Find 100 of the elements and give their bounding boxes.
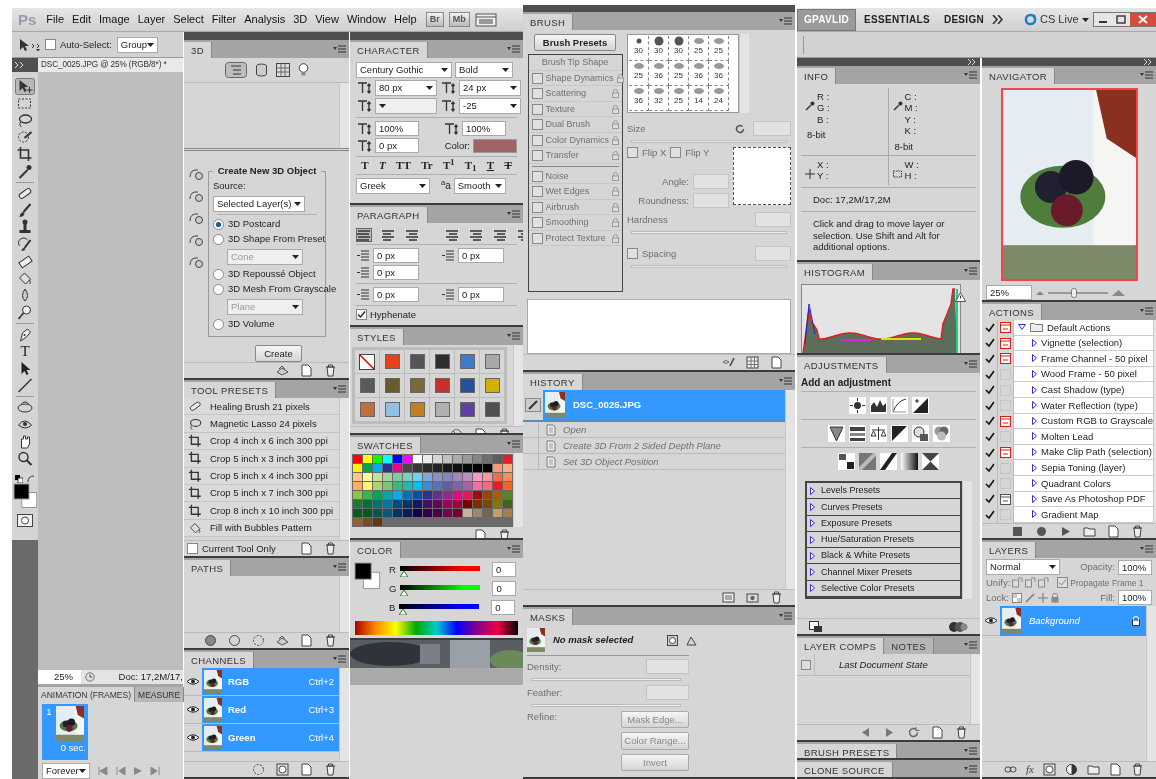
dropdown[interactable]: 24 px — [459, 80, 521, 96]
brush-tip[interactable]: 14 — [689, 86, 709, 111]
brush-tip[interactable]: 36 — [709, 61, 729, 86]
input-field[interactable]: 100% — [375, 121, 419, 136]
option-label[interactable]: Noise — [545, 170, 609, 182]
brush-tip[interactable]: 25 — [629, 61, 649, 86]
panel-tab[interactable]: CHARACTER — [350, 41, 428, 58]
menu-item[interactable]: Filter — [207, 12, 241, 27]
menu-item[interactable]: Select — [169, 12, 208, 27]
input-field[interactable]: 0 px — [373, 248, 419, 263]
panel-tab[interactable]: 3D — [184, 41, 212, 58]
brush-tip[interactable]: 25 — [709, 36, 729, 61]
input-field[interactable]: 25% — [986, 285, 1032, 300]
input-field[interactable]: 100% — [1118, 590, 1152, 606]
style-button[interactable]: T — [486, 159, 494, 173]
style-button[interactable]: T$_{1}$ — [464, 159, 477, 173]
panel-tab[interactable]: NAVIGATOR — [982, 67, 1055, 84]
cs-live-menu[interactable]: CS Live — [1020, 12, 1093, 27]
launch-button[interactable]: Mb — [448, 12, 470, 27]
panel-tab[interactable]: BRUSH — [523, 13, 574, 30]
history-step[interactable]: Open — [523, 422, 785, 438]
effects-button[interactable]: fx — [1026, 762, 1034, 777]
preset-item[interactable]: Crop 5 inch x 3 inch 300 ppi — [184, 450, 339, 468]
input-field[interactable]: 0 px — [375, 138, 419, 153]
panel-tab[interactable]: BRUSH PRESETS — [797, 743, 898, 758]
panel-tab[interactable]: CHANNELS — [184, 651, 254, 668]
panel-tab[interactable]: SWATCHES — [350, 436, 421, 453]
input-field[interactable]: 100% — [462, 121, 506, 136]
brush-tip[interactable]: 30 — [629, 36, 649, 61]
option-label[interactable]: Transfer — [545, 150, 609, 162]
panel-tab[interactable]: INFO — [797, 67, 837, 84]
dropdown[interactable]: Smooth — [453, 178, 506, 195]
menu-item[interactable]: Edit — [68, 12, 96, 27]
preset-item[interactable]: Magnetic Lasso 24 pixels — [184, 415, 339, 433]
preset-item[interactable]: Selective Color Presets — [807, 580, 960, 598]
panel-tab[interactable]: MASKS — [523, 608, 574, 625]
option-label[interactable]: Shape Dynamics — [545, 72, 614, 84]
panel-tab[interactable]: COLOR — [350, 541, 401, 558]
brush-tip[interactable]: 30 — [649, 36, 669, 61]
dropdown[interactable]: Normal — [986, 559, 1060, 575]
menu-item[interactable]: Window — [342, 12, 390, 27]
brush-tip[interactable]: 25 — [689, 36, 709, 61]
type-tool[interactable]: T — [15, 343, 35, 360]
panel-tab[interactable]: MEASURE — [135, 686, 185, 702]
panel-tab[interactable]: ADJUSTMENTS — [797, 356, 887, 373]
option-label[interactable]: Scattering — [545, 88, 609, 100]
workspace-button[interactable]: ESSENTIALS — [858, 9, 936, 30]
option-label[interactable]: Color Dynamics — [545, 134, 609, 146]
panel-tab[interactable]: TOOL PRESETS — [184, 381, 277, 398]
input-field[interactable]: 0 px — [458, 248, 504, 263]
brush-presets-button[interactable]: Brush Presets — [533, 34, 617, 52]
action-item[interactable]: Molten Lead — [1014, 429, 1153, 445]
action-item[interactable]: Sepia Toning (layer) — [1014, 460, 1153, 476]
menu-item[interactable]: Layer — [133, 12, 170, 27]
input-field[interactable]: 0 — [492, 581, 517, 596]
dropdown[interactable]: Forever — [42, 763, 90, 779]
panel-tab[interactable]: PATHS — [184, 559, 232, 576]
brush-tip[interactable]: 36 — [649, 61, 669, 86]
input-field[interactable]: 100% — [1118, 559, 1152, 575]
dropdown[interactable]: Selected Layer(s) — [213, 195, 305, 212]
brush-tip[interactable]: 24 — [709, 86, 729, 111]
option-label[interactable]: Texture — [545, 103, 609, 115]
style-button[interactable]: T — [378, 159, 386, 173]
document-tab[interactable]: DSC_0025.JPG @ 25% (RGB/8*) * — [38, 58, 183, 72]
panel-tab[interactable]: CLONE SOURCE — [797, 761, 893, 777]
option-label[interactable]: Airbrush — [545, 201, 609, 213]
action-item[interactable]: Gradient Map — [1014, 507, 1153, 523]
panel-tab[interactable]: ANIMATION (FRAMES) — [38, 686, 136, 702]
panel-tab[interactable]: STYLES — [350, 328, 404, 345]
history-step[interactable]: Create 3D From 2 Sided Depth Plane — [523, 438, 785, 454]
panel-tab[interactable]: NOTES — [884, 637, 935, 654]
option-label[interactable]: Protect Texture — [545, 232, 609, 244]
menu-item[interactable]: File — [42, 12, 69, 27]
menu-item[interactable]: View — [311, 12, 343, 27]
brush-tip[interactable]: 25 — [669, 61, 689, 86]
preset-item[interactable]: Exposure Presets — [807, 515, 960, 532]
history-step[interactable]: Set 3D Object Position — [523, 454, 785, 470]
action-item[interactable]: Frame Channel - 50 pixel — [1014, 351, 1153, 367]
input-field[interactable]: 0 px — [373, 265, 419, 280]
create-button[interactable]: Create — [255, 344, 302, 362]
layer-comp-name[interactable]: Last Document State — [815, 658, 928, 671]
style-button[interactable]: T — [361, 159, 369, 173]
input-field[interactable]: 0 — [491, 562, 516, 577]
brush-tip[interactable]: 36 — [629, 86, 649, 111]
action-item[interactable]: Default Actions — [1014, 320, 1153, 336]
action-item[interactable]: Cast Shadow (type) — [1014, 382, 1153, 398]
panel-tab[interactable]: PARAGRAPH — [350, 206, 428, 223]
preset-item[interactable]: Curves Presets — [807, 499, 960, 516]
dropdown[interactable]: Bold — [455, 62, 513, 78]
preset-item[interactable]: Levels Presets — [807, 483, 960, 500]
brush-tip[interactable]: 30 — [669, 36, 689, 61]
dropdown[interactable]: Century Gothic — [356, 62, 452, 78]
panel-tab[interactable]: LAYERS — [982, 541, 1037, 558]
dropdown[interactable]: Greek — [356, 178, 430, 195]
launch-button[interactable]: Br — [425, 12, 444, 27]
preset-item[interactable]: Healing Brush 21 pixels — [184, 398, 339, 416]
style-button[interactable]: T — [504, 159, 512, 173]
preset-item[interactable]: Black & White Presets — [807, 548, 960, 565]
preset-item[interactable]: Crop 8 inch x 10 inch 300 ppi — [184, 502, 339, 520]
dropdown[interactable]: 80 px — [375, 80, 437, 96]
